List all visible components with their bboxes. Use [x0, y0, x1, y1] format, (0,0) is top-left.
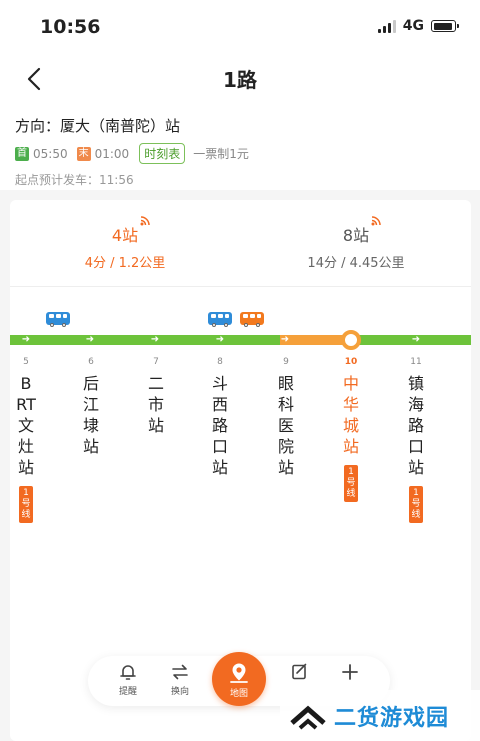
first-bus-time: 05:50	[33, 146, 68, 161]
direction-arrow-icon: ➜	[411, 334, 421, 345]
station-item[interactable]: 5 BRT文灶站 1号线	[6, 357, 46, 523]
divider	[10, 286, 471, 287]
station-number: 5	[23, 357, 29, 367]
station-number: 9	[283, 357, 289, 367]
station-number: 11	[410, 357, 422, 367]
watermark-text: 二货游戏园	[334, 705, 450, 731]
timetable-button[interactable]: 时刻表	[139, 143, 186, 164]
first-bus-tag: 首	[15, 146, 29, 161]
departure-estimate: 起点预计发车：11:56	[15, 173, 134, 187]
station-item[interactable]: 8 斗西路口站	[200, 357, 240, 478]
plus-icon	[342, 664, 358, 680]
direction-arrow-icon: ➜	[215, 334, 225, 345]
route-line-current	[280, 335, 350, 345]
bell-icon	[120, 665, 136, 680]
station-number: 7	[153, 357, 159, 367]
service-hours: 首 05:50 末 01:00 时刻表 一票制1元	[15, 143, 249, 164]
station-name: 镇海路口站	[407, 374, 424, 477]
fare-info: 一票制1元	[193, 147, 249, 161]
feedback-button[interactable]	[280, 662, 320, 684]
bus-marker-icon[interactable]	[240, 312, 264, 327]
station-number: 10	[344, 357, 358, 367]
station-name: 斗西路口站	[211, 374, 228, 477]
bus-1-eta: 4分 / 1.2公里	[84, 256, 166, 271]
more-button[interactable]	[330, 662, 370, 684]
direction-arrow-icon: ➜	[85, 334, 95, 345]
bus-2-stops-text: 8站	[342, 226, 370, 245]
station-item[interactable]: 7 二市站	[136, 357, 176, 436]
last-bus-tag: 末	[76, 146, 91, 161]
remind-label: 提醒	[118, 687, 137, 697]
bus-1-stops-text: 4站	[111, 226, 139, 245]
map-label: 地图	[229, 689, 248, 699]
switch-label: 换向	[170, 687, 189, 697]
watermark: 二货游戏园	[280, 690, 480, 741]
remind-button[interactable]: 提醒	[108, 662, 148, 697]
bus-2-stops: 8站	[342, 216, 381, 246]
watermark-logo-icon	[290, 705, 326, 730]
station-name: 眼科医院站	[277, 374, 294, 477]
swap-arrows-icon	[172, 664, 188, 680]
station-item[interactable]: 11 镇海路口站 1号线	[396, 357, 436, 523]
map-pin-icon	[230, 663, 248, 683]
bus-1-stops: 4站	[111, 216, 150, 246]
status-indicators: 4G	[377, 18, 459, 34]
station-number: 8	[217, 357, 223, 367]
battery-icon	[431, 20, 459, 32]
direction-arrow-icon: ➜	[150, 334, 160, 345]
station-item[interactable]: 6 后江埭站	[71, 357, 111, 457]
page-title: 1路	[223, 68, 257, 92]
bus-marker-icon[interactable]	[208, 312, 232, 327]
edit-note-icon	[292, 663, 307, 680]
network-label: 4G	[402, 18, 424, 34]
bus-arrival-1[interactable]: 4站 4分 / 1.2公里	[10, 216, 240, 271]
metro-badge: 1号线	[344, 465, 358, 502]
status-time: 10:56	[40, 16, 101, 38]
station-item-current[interactable]: 10 中华城站 1号线	[331, 357, 371, 502]
bus-2-eta: 14分 / 4.45公里	[307, 256, 405, 271]
switch-direction-button[interactable]: 换向	[160, 662, 200, 697]
station-name: 中华城站	[342, 374, 359, 456]
station-number: 6	[88, 357, 94, 367]
bus-marker-icon[interactable]	[46, 312, 70, 327]
last-bus-time: 01:00	[94, 146, 130, 161]
realtime-signal-icon	[140, 216, 150, 226]
station-item[interactable]: 9 眼科医院站	[266, 357, 306, 478]
map-button[interactable]: 地图	[212, 652, 266, 706]
current-station-marker	[341, 330, 361, 350]
realtime-signal-icon	[371, 216, 381, 226]
direction-arrow-icon: ➜	[280, 334, 290, 345]
bus-arrival-2[interactable]: 8站 14分 / 4.45公里	[241, 216, 471, 271]
metro-badge: 1号线	[19, 486, 33, 523]
station-name: 二市站	[147, 374, 164, 435]
metro-badge: 1号线	[409, 486, 423, 523]
route-header-panel: 10:56 4G 1路 方向：厦大（南普陀）站 首 05:50 末 01:00 …	[0, 0, 480, 190]
signal-icon	[377, 19, 396, 33]
station-name: 后江埭站	[82, 374, 99, 456]
station-name: BRT文灶站	[16, 374, 36, 477]
route-direction: 方向：厦大（南普陀）站	[15, 117, 181, 135]
direction-arrow-icon: ➜	[21, 334, 31, 345]
